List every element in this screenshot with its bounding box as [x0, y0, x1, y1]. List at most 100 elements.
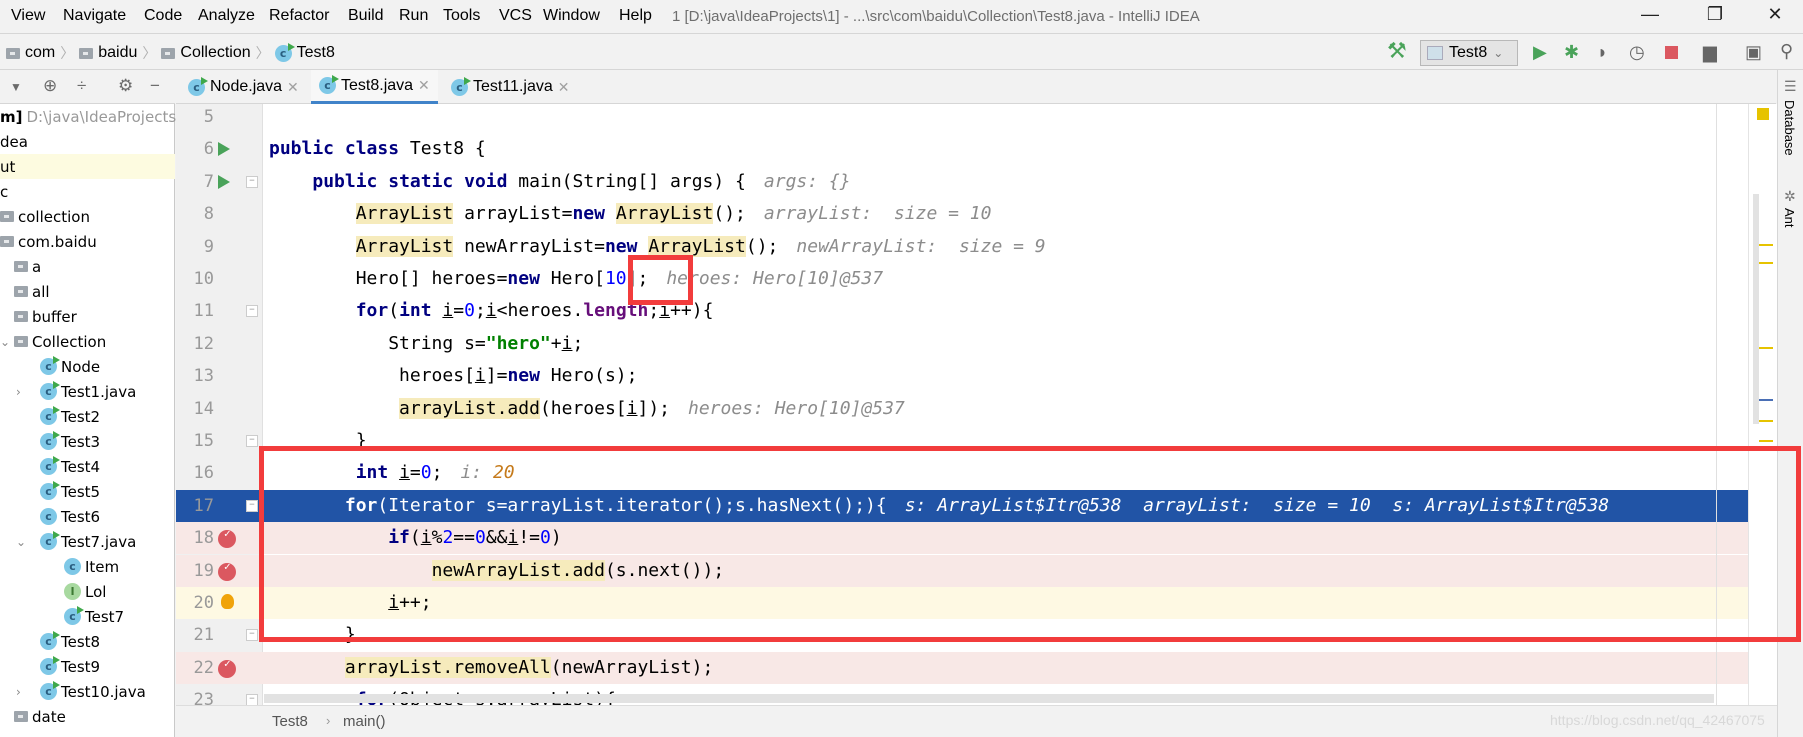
menu-window[interactable]: Window: [543, 7, 600, 25]
menu-vcs[interactable]: VCS: [499, 7, 532, 25]
search-icon[interactable]: ⚲: [1780, 41, 1793, 61]
code-line[interactable]: 19 newArrayList.add(s.next());: [176, 551, 1749, 587]
code-editor[interactable]: 5 6 public class Test8 {7 − public static v…: [176, 104, 1777, 705]
code-line[interactable]: 21 − }: [176, 619, 1749, 651]
tree-item[interactable]: c Test4: [0, 454, 175, 479]
tree-item[interactable]: c Node: [0, 354, 175, 379]
horizontal-scrollbar[interactable]: [264, 694, 1714, 703]
code-line[interactable]: 5: [176, 104, 1749, 133]
run-config-select[interactable]: Test8 ⌄: [1420, 40, 1518, 66]
ant-tool-button[interactable]: Ant: [1782, 208, 1797, 228]
caret-mark[interactable]: [1759, 399, 1773, 401]
code-line[interactable]: 18 if(i%2==0&&i!=0): [176, 518, 1749, 555]
menu-build[interactable]: Build: [348, 7, 384, 25]
menu-tools[interactable]: Tools: [443, 7, 480, 25]
code-line[interactable]: 14 arrayList.add(heroes[i]); heroes: Hero…: [176, 393, 1749, 425]
profile-icon[interactable]: ◷: [1629, 42, 1645, 62]
close-tab-icon[interactable]: ✕: [558, 79, 570, 96]
tree-item[interactable]: c Test6: [0, 504, 175, 529]
status-crumb-class[interactable]: Test8: [272, 713, 308, 730]
code-line[interactable]: 20 i++;: [176, 587, 1749, 619]
database-tool-button[interactable]: Database: [1782, 100, 1797, 156]
tree-item[interactable]: c Test5: [0, 479, 175, 504]
tree-item[interactable]: collection: [0, 204, 175, 229]
restore-button[interactable]: ❐: [1695, 4, 1735, 30]
debug-icon[interactable]: ✱: [1564, 42, 1579, 62]
stop-icon[interactable]: [1665, 46, 1678, 59]
code-line[interactable]: 22 arrayList.removeAll(newArrayList);: [176, 648, 1749, 684]
minimize-button[interactable]: —: [1630, 4, 1670, 30]
collapse-icon[interactable]: ÷: [77, 76, 86, 96]
expand-arrow-icon[interactable]: ⌄: [0, 335, 10, 349]
run-gutter-icon[interactable]: [218, 174, 230, 189]
tree-item[interactable]: ⌄ Collection: [0, 329, 175, 354]
code-line[interactable]: 7 − public static void main(String[] args…: [176, 166, 1749, 198]
tree-item[interactable]: ut: [0, 154, 175, 179]
menu-run[interactable]: Run: [399, 7, 428, 25]
fold-marker-icon[interactable]: −: [246, 305, 258, 318]
warning-indicator-icon[interactable]: [1757, 108, 1769, 120]
tree-item[interactable]: ⌄ c Test7.java: [0, 529, 175, 554]
fold-marker-icon[interactable]: −: [246, 499, 258, 512]
code-line[interactable]: 16 int i=0; i: 20: [176, 457, 1749, 489]
warning-mark[interactable]: [1759, 420, 1773, 422]
breadcrumb-test8[interactable]: Test8: [297, 44, 335, 62]
run-icon[interactable]: ▶: [1533, 42, 1547, 62]
collapse-arrow-icon[interactable]: ›: [16, 385, 21, 399]
code-line[interactable]: 11− for(int i=0;i<heroes.length;i++){: [176, 295, 1749, 327]
tree-item[interactable]: › c Test1.java: [0, 379, 175, 404]
tree-item[interactable]: a: [0, 254, 175, 279]
code-line[interactable]: 17 − for(Iterator s=arrayList.iterator();…: [176, 489, 1749, 522]
locate-icon[interactable]: ⊕: [43, 76, 57, 96]
breakpoint-icon[interactable]: [218, 518, 236, 550]
tree-item[interactable]: I Lol: [0, 579, 175, 604]
tab-test11-java[interactable]: c Test11.java ✕: [443, 70, 577, 104]
close-tab-icon[interactable]: ✕: [287, 79, 299, 96]
close-button[interactable]: ✕: [1755, 4, 1795, 30]
tree-item[interactable]: buffer: [0, 304, 175, 329]
coverage-icon[interactable]: ◗: [1597, 42, 1608, 62]
tree-item[interactable]: c Test7: [0, 604, 175, 629]
tree-item[interactable]: all: [0, 279, 175, 304]
breadcrumb-baidu[interactable]: baidu: [98, 44, 137, 62]
fold-marker-icon[interactable]: −: [246, 629, 258, 642]
code-line[interactable]: 12 String s="hero"+i;: [176, 328, 1749, 360]
close-tab-icon[interactable]: ✕: [418, 77, 430, 94]
breakpoint-icon[interactable]: [218, 551, 236, 583]
hide-icon[interactable]: −: [150, 76, 160, 96]
tree-item[interactable]: c: [0, 179, 175, 204]
status-crumb-method[interactable]: main(): [343, 713, 386, 730]
code-line[interactable]: 15 − }: [176, 425, 1749, 457]
tree-item[interactable]: dea: [0, 129, 175, 154]
warning-mark[interactable]: [1759, 262, 1773, 264]
code-line[interactable]: 10 Hero[] heroes=new Hero[10]; heroes: He…: [176, 263, 1749, 295]
project-structure-icon[interactable]: ▆: [1703, 42, 1717, 62]
menu-code[interactable]: Code: [144, 7, 182, 25]
tab-test8-java[interactable]: c Test8.java ✕: [311, 70, 438, 104]
tree-item[interactable]: c Test8: [0, 629, 175, 654]
run-gutter-icon[interactable]: [218, 142, 230, 157]
tree-item[interactable]: c Test9: [0, 654, 175, 679]
vertical-scrollbar[interactable]: [1753, 194, 1759, 424]
warning-mark[interactable]: [1759, 347, 1773, 349]
collapse-arrow-icon[interactable]: ›: [16, 685, 21, 699]
tree-item[interactable]: c Test2: [0, 404, 175, 429]
menu-help[interactable]: Help: [619, 7, 652, 25]
fold-marker-icon[interactable]: −: [246, 694, 258, 705]
error-stripe[interactable]: [1748, 104, 1777, 705]
code-line[interactable]: 13 heroes[i]=new Hero(s);: [176, 360, 1749, 392]
tree-item[interactable]: com.baidu: [0, 229, 175, 254]
hammer-icon[interactable]: ⚒: [1387, 40, 1407, 62]
menu-view[interactable]: View: [11, 7, 45, 25]
tree-item[interactable]: c Item: [0, 554, 175, 579]
menu-analyze[interactable]: Analyze: [198, 7, 255, 25]
tab-node-java[interactable]: c Node.java ✕: [180, 70, 307, 104]
fold-marker-icon[interactable]: −: [246, 175, 258, 188]
fold-marker-icon[interactable]: −: [246, 435, 258, 447]
code-line[interactable]: 6 public class Test8 {: [176, 133, 1749, 165]
expand-arrow-icon[interactable]: ⌄: [16, 535, 26, 549]
breadcrumb-com[interactable]: com: [25, 44, 55, 62]
gear-icon[interactable]: ⚙: [118, 76, 133, 96]
code-line[interactable]: 9 ArrayList newArrayList=new ArrayList()…: [176, 231, 1749, 263]
code-line[interactable]: 8 ArrayList arrayList=new ArrayList(); ar…: [176, 198, 1749, 230]
